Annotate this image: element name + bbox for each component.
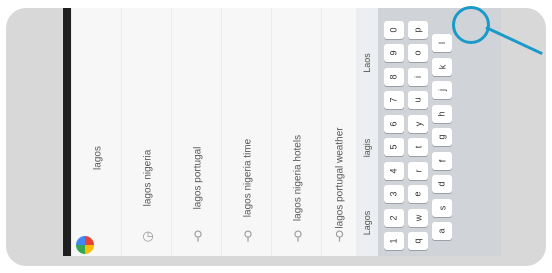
key-label: s (437, 205, 447, 210)
suggestion-label: lagos portugal weather (334, 127, 345, 229)
search-icon: ⚲ (243, 228, 253, 243)
search-icon: ⚲ (293, 228, 303, 243)
key-u[interactable]: u (408, 91, 428, 109)
history-icon: ◷ (142, 228, 154, 243)
keyboard-row-numbers: 1 2 3 4 5 6 7 8 9 0 (384, 14, 404, 250)
suggestion-item[interactable]: lagos portugal ⚲ (171, 8, 224, 256)
key-k[interactable]: k (432, 57, 452, 76)
key-0[interactable]: 0 (384, 20, 404, 39)
key-i[interactable]: i (408, 67, 428, 86)
key-6[interactable]: 6 (384, 114, 404, 133)
key-label: q (412, 238, 423, 244)
key-label: 6 (388, 120, 399, 127)
key-label: 1 (388, 238, 399, 244)
key-label: e (412, 191, 423, 197)
keyboard-row-qwerty: q w e r t y u i o p (408, 14, 428, 250)
key-w[interactable]: w (408, 208, 428, 227)
key-label: 5 (388, 144, 399, 150)
key-8[interactable]: 8 (384, 67, 404, 86)
key-s[interactable]: s (432, 198, 452, 217)
key-j[interactable]: j (432, 81, 452, 99)
key-7[interactable]: 7 (384, 91, 404, 109)
key-label: u (412, 97, 423, 103)
key-label: j (437, 89, 447, 91)
key-a[interactable]: a (432, 222, 452, 240)
key-f[interactable]: f (432, 151, 452, 170)
key-label: 9 (388, 50, 399, 56)
key-9[interactable]: 9 (384, 44, 404, 62)
onscreen-keyboard: Lagos lagis Laos 1 2 3 4 5 6 7 8 9 0 q w e r t y u i o p a… (356, 8, 501, 256)
key-label: r (413, 169, 423, 172)
key-5[interactable]: 5 (384, 138, 404, 156)
key-label: g (436, 134, 447, 140)
phone-photo: lagos lagos nigeria ◷ lagos portugal ⚲ l… (71, 8, 501, 256)
suggestion-label: lagos nigeria time (242, 138, 254, 218)
key-label: y (413, 121, 423, 126)
key-label: 7 (388, 97, 399, 103)
key-label: o (412, 50, 423, 56)
key-label: k (437, 64, 447, 69)
key-o[interactable]: o (408, 44, 428, 62)
key-2[interactable]: 2 (384, 208, 404, 227)
search-icon: ⚲ (193, 228, 203, 243)
search-input[interactable]: lagos (93, 146, 104, 170)
highlight-circle (452, 6, 490, 44)
search-icon: ⚲ (334, 228, 345, 243)
key-label: w (413, 214, 423, 221)
key-y[interactable]: y (408, 114, 428, 133)
key-p[interactable]: p (408, 20, 428, 39)
key-label: f (436, 159, 447, 162)
key-r[interactable]: r (408, 161, 428, 180)
key-label: 4 (388, 167, 399, 174)
key-label: a (436, 228, 447, 234)
suggestion-item[interactable]: lagos nigeria hotels ⚲ (271, 8, 324, 256)
keyboard-predictions: Lagos lagis Laos (356, 8, 378, 256)
google-logo-icon (76, 236, 94, 254)
suggestion-item[interactable]: lagos nigeria ◷ (121, 8, 174, 256)
suggestion-label: lagos nigeria hotels (292, 134, 304, 222)
key-label: 2 (388, 214, 399, 221)
key-d[interactable]: d (432, 175, 452, 193)
prediction-item[interactable]: Laos (362, 53, 372, 73)
key-t[interactable]: t (408, 138, 428, 156)
key-label: 3 (388, 191, 399, 197)
key-label: 0 (388, 26, 399, 33)
suggestion-label: lagos portugal (192, 146, 204, 210)
key-g[interactable]: g (432, 128, 452, 146)
key-1[interactable]: 1 (384, 232, 404, 250)
prediction-item[interactable]: Lagos (362, 211, 372, 236)
key-l[interactable]: l (432, 34, 452, 52)
key-q[interactable]: q (408, 232, 428, 250)
suggestion-label: lagos nigeria (142, 149, 154, 207)
key-label: l (437, 42, 447, 44)
keyboard-row-asdf: a s d f g h j k l (432, 14, 452, 250)
key-label: i (413, 75, 423, 78)
key-4[interactable]: 4 (384, 161, 404, 180)
key-e[interactable]: e (408, 185, 428, 203)
key-label: h (436, 110, 447, 117)
key-label: t (412, 145, 423, 149)
key-label: d (436, 181, 447, 187)
suggestion-item[interactable]: lagos nigeria time ⚲ (221, 8, 274, 256)
suggestion-item[interactable]: lagos portugal weather ⚲ (321, 8, 357, 256)
key-3[interactable]: 3 (384, 185, 404, 203)
key-h[interactable]: h (432, 104, 452, 123)
prediction-item[interactable]: lagis (362, 139, 372, 158)
key-label: p (412, 26, 423, 33)
key-label: 8 (388, 73, 399, 80)
search-bar[interactable]: lagos (71, 8, 124, 256)
